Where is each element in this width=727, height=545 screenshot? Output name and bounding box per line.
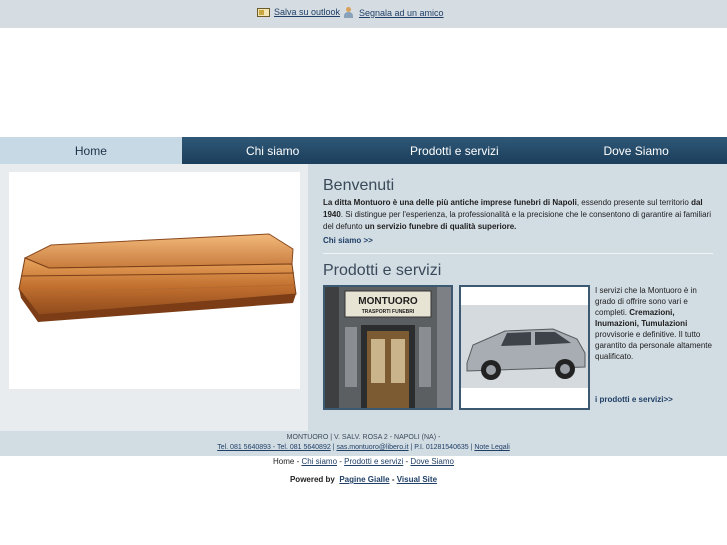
footer-address: MONTUORO | V. SALV. ROSA 2 - NAPOLI (NA)… [286, 434, 441, 441]
footer-nav-home: Home [272, 457, 295, 466]
footer-nav-chi-siamo[interactable]: Chi siamo [301, 457, 337, 466]
top-utility-bar: Salva su outlook Segnala ad un amico [0, 0, 727, 28]
nav-dove-siamo[interactable]: Dove Siamo [545, 137, 727, 164]
nav-home[interactable]: Home [0, 137, 182, 164]
footer-email-link[interactable]: sas.montuoro@libero.it [336, 444, 408, 451]
services-title: Prodotti e servizi [323, 262, 442, 279]
intro-text-1: , essendo presente sul territorio [576, 198, 692, 207]
shop-sign-text: MONTUORO [358, 296, 418, 307]
welcome-title: Benvenuti [323, 177, 395, 194]
coffin-image [9, 172, 300, 389]
tell-friend-label: Segnala ad un amico [359, 8, 444, 18]
save-outlook-label: Salva su outlook [274, 7, 341, 17]
main-content: Benvenuti La ditta Montuoro è una delle … [0, 164, 727, 431]
tell-friend-link[interactable]: Segnala ad un amico [343, 7, 444, 19]
services-text: I servizi che la Montuoro è in grado di … [595, 285, 717, 362]
header-banner [0, 28, 727, 137]
outlook-card-icon [257, 7, 270, 17]
nav-prodotti-servizi[interactable]: Prodotti e servizi [364, 137, 546, 164]
footer-contacts: Tel. 081 5640893 - Tel. 081 5640892 | sa… [0, 443, 727, 453]
chi-siamo-link[interactable]: Chi siamo >> [323, 236, 373, 245]
intro-bold-1: La ditta Montuoro è una delle più antich… [323, 198, 577, 207]
footer-piva: | P.I. 01281540635 | [410, 444, 475, 451]
shop-sign-subtext: TRASPORTI FUNEBRI [362, 309, 415, 315]
footer-legal-link[interactable]: Note Legali [474, 444, 509, 451]
intro-bold-3: un servizio funebre di qualità superiore… [364, 222, 517, 231]
shop-front-photo[interactable]: MONTUORO TRASPORTI FUNEBRI [323, 285, 453, 410]
section-divider [323, 253, 713, 254]
visual-site-link[interactable]: Visual Site [397, 475, 437, 484]
content-panel: Benvenuti La ditta Montuoro è una delle … [308, 164, 727, 431]
main-nav: Home Chi siamo Prodotti e servizi Dove S… [0, 137, 727, 164]
footer-nav-prodotti[interactable]: Prodotti e servizi [344, 457, 403, 466]
footer-nav-dove[interactable]: Dove Siamo [410, 457, 454, 466]
pagine-gialle-link[interactable]: Pagine Gialle [339, 475, 389, 484]
powered-label: Powered by [289, 475, 335, 484]
services-text-2: provvisorie e definitive. Il tutto garan… [595, 330, 712, 361]
nav-chi-siamo[interactable]: Chi siamo [182, 137, 364, 164]
footer-band: MONTUORO | V. SALV. ROSA 2 - NAPOLI (NA)… [0, 431, 727, 456]
welcome-text: La ditta Montuoro è una delle più antich… [323, 197, 713, 233]
footer-nav: Home - Chi siamo - Prodotti e servizi - … [0, 457, 727, 466]
save-outlook-link[interactable]: Salva su outlook [257, 7, 340, 17]
hearse-photo[interactable] [459, 285, 590, 410]
footer-tel-link[interactable]: Tel. 081 5640893 - Tel. 081 5640892 [217, 444, 331, 451]
person-icon [343, 7, 355, 19]
powered-by: Powered by Pagine Gialle - Visual Site [0, 475, 727, 484]
prodotti-servizi-link[interactable]: i prodotti e servizi>> [595, 395, 673, 404]
